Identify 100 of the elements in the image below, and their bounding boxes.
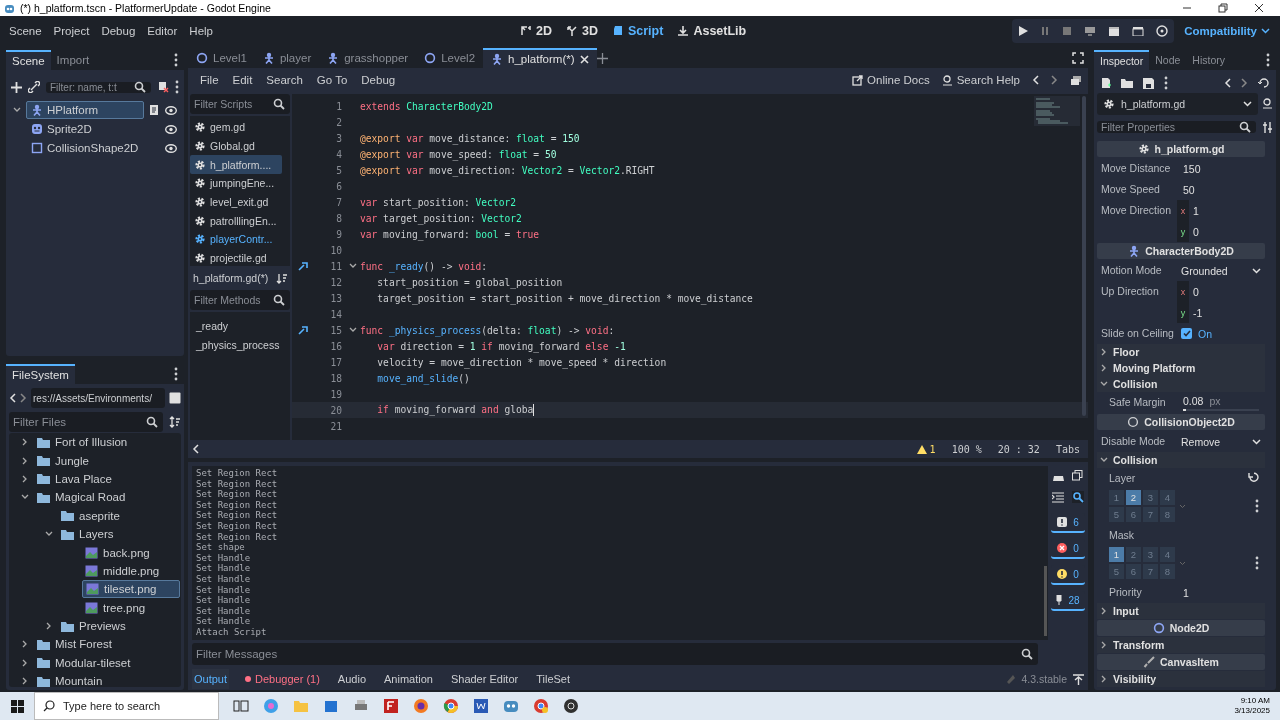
menu-item[interactable]: Project: [48, 21, 95, 41]
link[interactable]: Search Help: [941, 74, 1020, 86]
property-dropdown[interactable]: Grounded: [1177, 260, 1265, 281]
filter-field[interactable]: Filter Scripts: [190, 94, 290, 114]
script-item[interactable]: jumpingEne...: [190, 174, 282, 193]
new-resource-icon[interactable]: [1101, 77, 1111, 89]
panel-tab[interactable]: History: [1186, 50, 1231, 70]
bottom-panel-tab[interactable]: Animation: [382, 669, 435, 689]
editor-tab[interactable]: Level2: [416, 48, 484, 68]
script-item[interactable]: gem.gd: [190, 118, 282, 137]
play-icon[interactable]: [1018, 26, 1029, 36]
menu-item[interactable]: Debug: [355, 71, 402, 89]
layer-toggle[interactable]: 2: [1126, 490, 1141, 505]
workspace-tab[interactable]: Script: [611, 24, 664, 38]
folder-tree-item[interactable]: aseprite: [58, 506, 123, 525]
link-icon[interactable]: [28, 81, 40, 93]
menu-item[interactable]: Help: [184, 21, 218, 41]
menu-item[interactable]: Editor: [142, 21, 183, 41]
folder-tree-item[interactable]: Layers: [58, 525, 117, 544]
property-value[interactable]: 1: [1177, 582, 1195, 603]
sort-icon[interactable]: [169, 416, 181, 428]
panel-tab[interactable]: Node: [1149, 50, 1187, 70]
more-icon[interactable]: [175, 80, 179, 94]
script-item[interactable]: level_exit.gd: [190, 192, 282, 212]
vector-component[interactable]: 1: [1193, 204, 1199, 217]
image-tree-item[interactable]: tree.png: [82, 598, 149, 617]
resource-dropdown[interactable]: h_platform.gd: [1097, 93, 1258, 115]
script-remove-icon[interactable]: [157, 81, 169, 93]
more-icon[interactable]: [1266, 53, 1270, 67]
pause-icon[interactable]: [1040, 26, 1051, 36]
add-icon[interactable]: [596, 52, 608, 64]
tools-icon[interactable]: [1262, 121, 1273, 133]
editor-tab[interactable]: player: [254, 48, 320, 68]
more-icon[interactable]: [1255, 499, 1259, 513]
property-value[interactable]: 150: [1177, 158, 1207, 179]
aperture-icon[interactable]: [563, 698, 579, 714]
menu-item[interactable]: Go To: [310, 71, 354, 89]
folder-tree-item[interactable]: Magical Road: [34, 488, 129, 507]
panel-tab[interactable]: Import: [50, 50, 96, 70]
folder-tree-item[interactable]: Previews: [58, 617, 129, 636]
stop-icon[interactable]: [1062, 26, 1073, 36]
scene-node[interactable]: Sprite2D: [27, 120, 160, 138]
more-icon[interactable]: [1255, 556, 1259, 570]
filter-field[interactable]: Filter Files: [9, 412, 163, 432]
folder-icon[interactable]: [1121, 78, 1133, 88]
script-item[interactable]: h_platform....: [190, 155, 282, 175]
monitor-icon[interactable]: [1084, 26, 1097, 36]
document-app-icon[interactable]: [473, 698, 489, 714]
menu-item[interactable]: Scene: [4, 21, 47, 41]
more-icon[interactable]: [1164, 76, 1168, 90]
clapperboard-icon[interactable]: [1108, 26, 1121, 36]
script-item[interactable]: playerContr...: [190, 230, 282, 249]
filter-field[interactable]: Filter Methods: [190, 290, 290, 310]
workspace-tab[interactable]: 3D: [566, 24, 598, 38]
editor-tab[interactable]: h_platform(*): [483, 48, 597, 68]
browser-icon[interactable]: [413, 698, 429, 714]
bottom-panel-tab[interactable]: Audio: [335, 669, 368, 689]
godot-app-icon[interactable]: [503, 698, 519, 714]
more-icon[interactable]: [174, 53, 178, 67]
close-icon[interactable]: [1254, 3, 1264, 13]
filter-field[interactable]: Filter: name, t:t: [46, 81, 151, 93]
menu-item[interactable]: Debug: [96, 21, 141, 41]
vector-component[interactable]: 0: [1193, 285, 1199, 298]
path-field[interactable]: res://Assets/Environments/: [31, 388, 165, 408]
scene-node[interactable]: CollisionShape2D: [27, 139, 160, 157]
folder-tree-item[interactable]: Lava Place: [34, 469, 115, 488]
panel-tab[interactable]: FileSystem: [6, 364, 75, 384]
image-tree-item[interactable]: back.png: [82, 543, 153, 562]
property-dropdown[interactable]: Remove: [1177, 431, 1265, 452]
align-icon[interactable]: [1052, 491, 1064, 503]
pin-panel-icon[interactable]: [1073, 673, 1084, 685]
method-item[interactable]: _ready: [190, 316, 235, 335]
eye-icon[interactable]: [165, 105, 177, 115]
folder-tree-item[interactable]: Fort of Illusion: [34, 433, 131, 452]
menu-item[interactable]: File: [194, 71, 225, 89]
vector-component[interactable]: 0: [1193, 225, 1199, 238]
property-group[interactable]: Visibility: [1097, 671, 1265, 687]
history-icon[interactable]: [1258, 77, 1269, 89]
script-item[interactable]: projectile.gd: [190, 248, 282, 266]
fullscreen-icon[interactable]: [1072, 52, 1084, 64]
clapperboard-icon[interactable]: [1132, 26, 1145, 36]
editor-tab[interactable]: grasshopper: [319, 48, 417, 68]
script-item[interactable]: patrolllingEn...: [190, 211, 282, 231]
eye-icon[interactable]: [165, 124, 177, 134]
property-group[interactable]: Input: [1097, 603, 1265, 619]
toggle-square-icon[interactable]: [169, 392, 181, 404]
scene-node[interactable]: HPlatform: [26, 101, 144, 119]
property-group[interactable]: Collision: [1097, 452, 1265, 468]
workspace-tab[interactable]: 2D: [520, 24, 552, 38]
property-value[interactable]: 50: [1177, 179, 1201, 200]
more-icon[interactable]: [174, 367, 178, 381]
method-item[interactable]: _physics_process: [190, 335, 286, 354]
revert-icon[interactable]: [1248, 472, 1259, 483]
folder-tree-item[interactable]: Mist Forest: [34, 635, 115, 654]
bottom-panel-tab[interactable]: TileSet: [534, 669, 572, 689]
taskbar-search-field[interactable]: Type here to search: [34, 692, 219, 720]
save-icon[interactable]: [1143, 77, 1154, 89]
workspace-tab[interactable]: AssetLib: [677, 24, 747, 38]
property-group[interactable]: Moving Platform: [1097, 360, 1265, 376]
film-reel-icon[interactable]: [1156, 25, 1169, 37]
